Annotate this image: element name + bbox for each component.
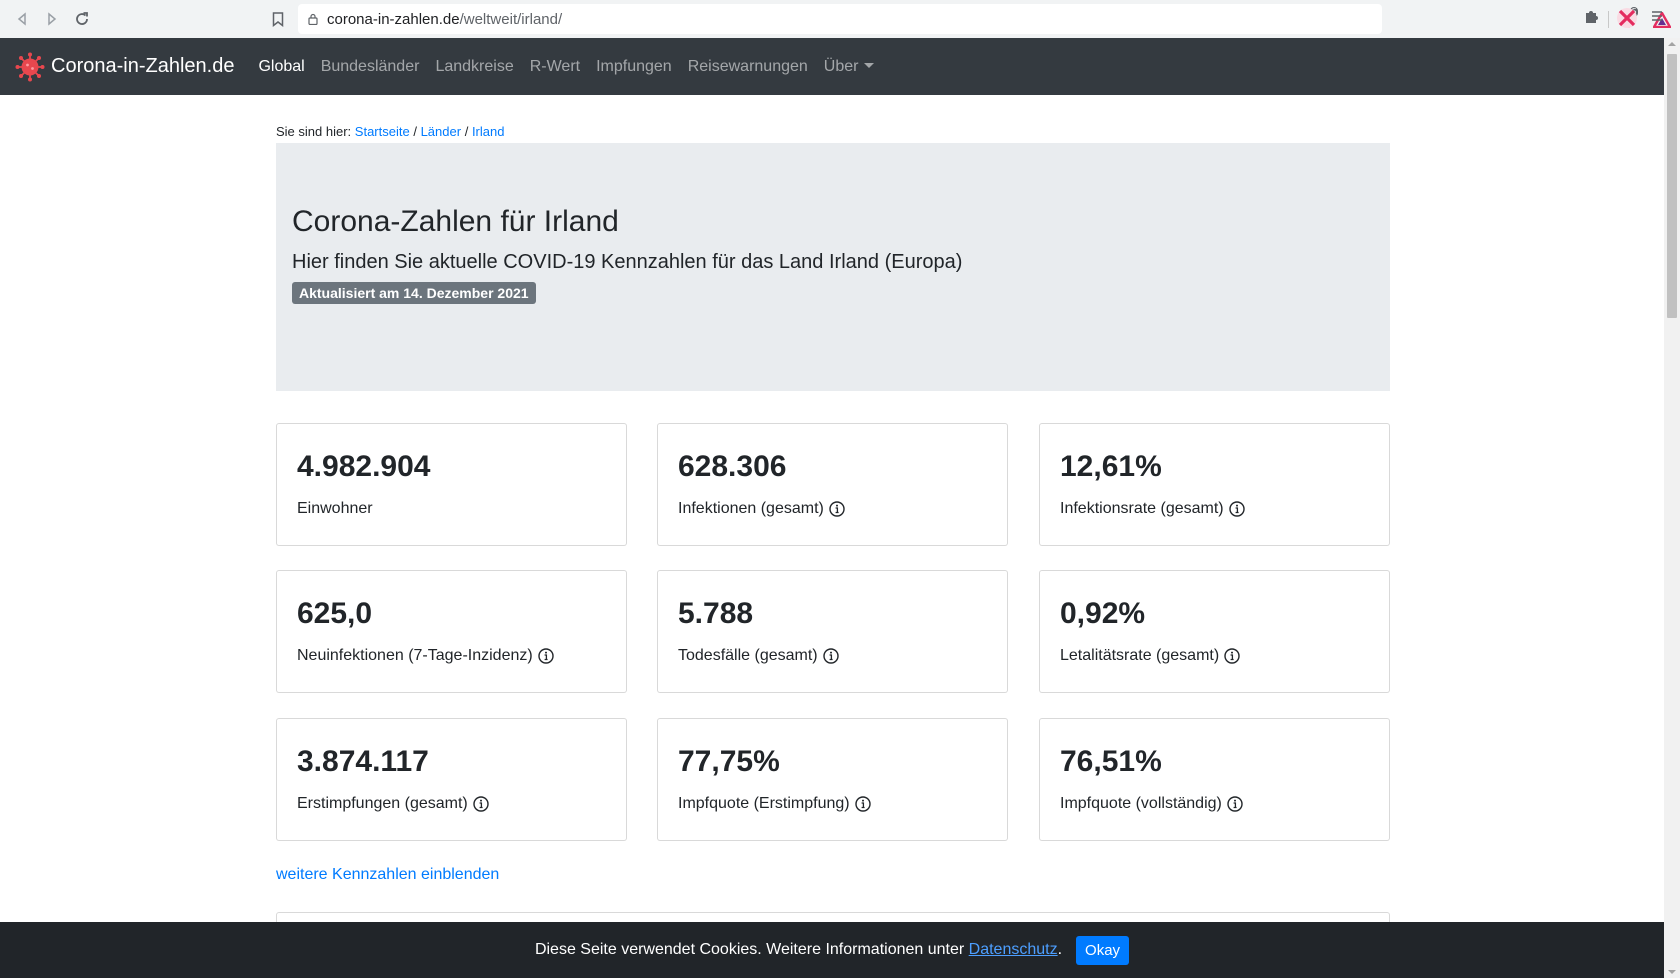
stat-card-inzidenz: 625,0 Neuinfektionen (7-Tage-Inzidenz) bbox=[276, 570, 627, 693]
stat-label: Einwohner bbox=[297, 500, 373, 517]
forward-button[interactable] bbox=[36, 3, 68, 35]
stat-card-letalitaetsrate: 0,92% Letalitätsrate (gesamt) bbox=[1039, 570, 1390, 693]
info-icon[interactable] bbox=[1227, 796, 1243, 812]
bookmark-icon bbox=[272, 11, 284, 27]
stat-value: 3.874.117 bbox=[297, 745, 429, 778]
scroll-up-arrow-icon[interactable] bbox=[1668, 42, 1676, 46]
cookie-banner: Diese Seite verwendet Cookies. Weitere I… bbox=[0, 922, 1664, 978]
back-arrow-icon bbox=[17, 12, 26, 26]
dropdown-caret-icon bbox=[864, 62, 875, 68]
breadcrumb-irland[interactable]: Irland bbox=[472, 124, 505, 139]
page-title: Corona-Zahlen für Irland bbox=[292, 205, 619, 238]
scroll-down-arrow-icon[interactable] bbox=[1668, 970, 1676, 974]
stat-value: 4.982.904 bbox=[297, 450, 431, 483]
stat-label: Neuinfektionen (7-Tage-Inzidenz) bbox=[297, 647, 533, 664]
address-bar-divider bbox=[1608, 11, 1609, 28]
extensions-puzzle-icon[interactable] bbox=[1584, 8, 1600, 29]
cookie-okay-button[interactable]: Okay bbox=[1076, 935, 1130, 965]
browser-menu-icon[interactable] bbox=[1650, 9, 1664, 28]
updated-badge: Aktualisiert am 14. Dezember 2021 bbox=[292, 282, 536, 304]
scroll-thumb[interactable] bbox=[1667, 54, 1677, 318]
nav-global[interactable]: Global bbox=[258, 58, 304, 76]
brand-link[interactable]: Corona-in-Zahlen.de bbox=[15, 52, 234, 82]
stat-label: Erstimpfungen (gesamt) bbox=[297, 795, 468, 812]
hero-jumbotron: Corona-Zahlen für Irland Hier finden Sie… bbox=[276, 143, 1390, 391]
address-bar[interactable]: corona-in-zahlen.de/weltweit/irland/ 5 bbox=[298, 4, 1673, 34]
nav-ueber-dropdown[interactable]: Über bbox=[824, 58, 875, 76]
info-icon[interactable] bbox=[829, 501, 845, 517]
stat-card-infektionsrate: 12,61% Infektionsrate (gesamt) bbox=[1039, 423, 1390, 546]
stat-value: 77,75% bbox=[678, 745, 780, 778]
url-host: corona-in-zahlen.de bbox=[327, 10, 460, 28]
stat-card-erstimpfungen: 3.874.117 Erstimpfungen (gesamt) bbox=[276, 718, 627, 841]
breadcrumb-separator: / bbox=[464, 124, 469, 139]
virus-logo-icon bbox=[15, 52, 45, 81]
cookie-text: Diese Seite verwendet Cookies. Weitere I… bbox=[534, 941, 965, 958]
stat-value: 625,0 bbox=[297, 597, 373, 630]
breadcrumb-prefix: Sie sind hier: bbox=[276, 124, 352, 139]
stat-card-einwohner: 4.982.904 Einwohner bbox=[276, 423, 627, 546]
breadcrumb-separator: / bbox=[413, 124, 417, 139]
stat-label: Impfquote (Erstimpfung) bbox=[678, 795, 850, 812]
profile-avatar-icon[interactable] bbox=[1616, 7, 1638, 34]
stat-label: Impfquote (vollständig) bbox=[1060, 795, 1222, 812]
stat-value: 76,51% bbox=[1060, 745, 1162, 778]
more-metrics-link[interactable]: weitere Kennzahlen einblenden bbox=[276, 866, 499, 884]
breadcrumb-laender[interactable]: Länder bbox=[421, 124, 461, 139]
back-button[interactable] bbox=[6, 3, 38, 35]
browser-toolbar: corona-in-zahlen.de/weltweit/irland/ 5 bbox=[0, 0, 1680, 38]
lock-icon bbox=[308, 13, 318, 25]
nav-bundeslaender[interactable]: Bundesländer bbox=[321, 58, 420, 76]
info-icon[interactable] bbox=[1228, 501, 1245, 517]
nav-reisewarnungen[interactable]: Reisewarnungen bbox=[688, 58, 808, 76]
reload-icon bbox=[76, 12, 88, 25]
bookmark-button[interactable] bbox=[262, 3, 294, 35]
stat-card-impfquote-voll: 76,51% Impfquote (vollständig) bbox=[1039, 718, 1390, 841]
breadcrumb-startseite[interactable]: Startseite bbox=[355, 124, 410, 139]
stat-label: Letalitätsrate (gesamt) bbox=[1060, 647, 1220, 664]
nav-landkreise[interactable]: Landkreise bbox=[435, 58, 513, 76]
stat-label: Infektionsrate (gesamt) bbox=[1060, 500, 1224, 517]
stat-label: Todesfälle (gesamt) bbox=[678, 647, 818, 664]
stat-card-infektionen: 628.306 Infektionen (gesamt) bbox=[657, 423, 1008, 546]
stat-value: 5.788 bbox=[678, 597, 754, 630]
forward-arrow-icon bbox=[48, 12, 57, 26]
info-icon[interactable] bbox=[537, 648, 554, 664]
page-subtitle: Hier finden Sie aktuelle COVID-19 Kennza… bbox=[292, 251, 963, 273]
nav-ueber-label: Über bbox=[823, 57, 859, 75]
cookie-text-end: . bbox=[1057, 941, 1063, 958]
stat-value: 628.306 bbox=[678, 450, 787, 483]
reload-button[interactable] bbox=[66, 3, 98, 35]
info-icon[interactable] bbox=[822, 648, 839, 664]
brand-name: Corona-in-Zahlen.de bbox=[51, 55, 235, 77]
site-navbar: Corona-in-Zahlen.de Global Bundesländer … bbox=[0, 38, 1664, 95]
privacy-link[interactable]: Datenschutz bbox=[969, 941, 1058, 959]
nav-r-wert[interactable]: R-Wert bbox=[530, 58, 580, 76]
url-path: /weltweit/irland/ bbox=[459, 10, 563, 28]
stat-card-impfquote-erst: 77,75% Impfquote (Erstimpfung) bbox=[657, 718, 1008, 841]
info-icon[interactable] bbox=[854, 796, 871, 812]
stat-value: 0,92% bbox=[1060, 597, 1146, 630]
info-icon[interactable] bbox=[1224, 648, 1240, 664]
breadcrumb: Sie sind hier: Startseite / Länder / Irl… bbox=[276, 124, 504, 139]
stat-card-todesfaelle: 5.788 Todesfälle (gesamt) bbox=[657, 570, 1008, 693]
stat-label: Infektionen (gesamt) bbox=[678, 500, 824, 517]
info-icon[interactable] bbox=[473, 796, 489, 812]
nav-impfungen[interactable]: Impfungen bbox=[596, 58, 672, 76]
stat-value: 12,61% bbox=[1060, 450, 1162, 483]
page-scrollbar[interactable] bbox=[1664, 38, 1680, 978]
